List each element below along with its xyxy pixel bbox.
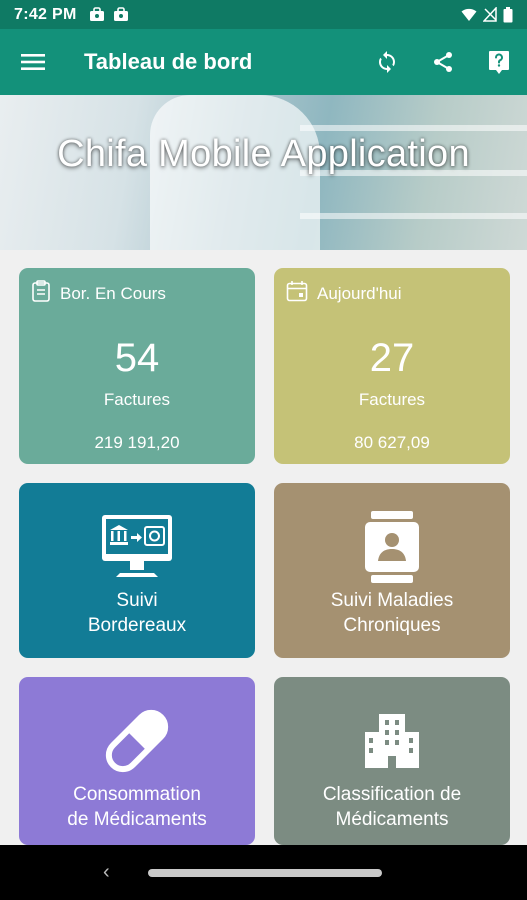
tile-label-line1: Consommation [73, 784, 201, 805]
home-gesture-pill[interactable] [148, 869, 382, 877]
status-time: 7:42 PM [14, 5, 77, 23]
tile-label-line1: Suivi [116, 590, 158, 611]
monitor-bank-transfer-icon [102, 515, 172, 577]
menu-button[interactable] [0, 29, 66, 95]
system-navigation-bar: ‹ [0, 845, 527, 900]
tile-label-line1: Classification de [322, 784, 462, 805]
stat-unit: Factures [358, 390, 426, 409]
status-bar: 7:42 PM [0, 0, 527, 29]
building-icon [365, 714, 419, 768]
battery-icon [503, 6, 513, 23]
suivi-maladies-chroniques-button[interactable]: Suivi Maladies Chroniques [274, 483, 510, 658]
app-bar: Tableau de bord [0, 29, 527, 95]
sync-button[interactable] [359, 29, 415, 95]
stat-card-aujourdhui[interactable]: Aujourd'hui 27 Factures 80 627,09 [274, 268, 510, 464]
medical-record-icon [365, 511, 419, 583]
wifi-icon [461, 8, 477, 22]
stat-title: Bor. En Cours [60, 283, 166, 303]
notification-bag-icon [89, 7, 105, 22]
clipboard-icon [31, 280, 51, 307]
suivi-bordereaux-button[interactable]: Suivi Bordereaux [19, 483, 255, 658]
back-chevron-icon[interactable]: ‹ [103, 861, 110, 884]
hamburger-menu-icon [21, 54, 45, 70]
sync-icon [379, 51, 395, 73]
help-button[interactable] [471, 29, 527, 95]
stat-card-bor-en-cours[interactable]: Bor. En Cours 54 Factures 219 191,20 [19, 268, 255, 464]
tile-label-line2: Médicaments [335, 809, 449, 830]
tile-label-line2: Bordereaux [87, 615, 187, 636]
banner-headline: Chifa Mobile Application [57, 133, 470, 175]
stat-count: 27 [369, 336, 415, 380]
help-icon [489, 51, 509, 74]
banner-shelf [300, 213, 527, 219]
stat-amount: 80 627,09 [354, 433, 430, 452]
pill-icon [105, 709, 169, 773]
no-signal-icon [483, 7, 497, 22]
tile-label-line1: Suivi Maladies [330, 590, 454, 611]
share-button[interactable] [415, 29, 471, 95]
consommation-medicaments-button[interactable]: Consommation de Médicaments [19, 677, 255, 845]
hero-banner: Chifa Mobile Application [0, 95, 527, 250]
stat-unit: Factures [103, 390, 171, 409]
tile-label-line2: de Médicaments [67, 809, 207, 830]
banner-shelf [300, 125, 527, 131]
page-title: Tableau de bord [84, 49, 253, 74]
tile-label-line2: Chroniques [343, 615, 441, 636]
stat-count: 54 [114, 336, 160, 380]
classification-medicaments-button[interactable]: Classification de Médicaments [274, 677, 510, 845]
calendar-icon [286, 280, 308, 307]
notification-bag-icon-2 [113, 7, 129, 22]
stat-amount: 219 191,20 [94, 433, 180, 452]
stat-title: Aujourd'hui [317, 283, 402, 303]
share-icon [434, 52, 452, 72]
